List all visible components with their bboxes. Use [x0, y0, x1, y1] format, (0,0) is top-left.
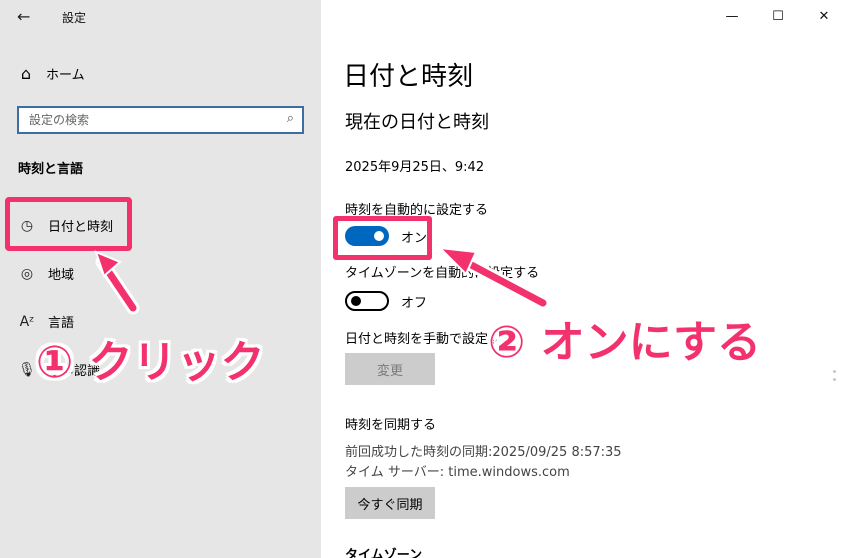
close-icon[interactable]: ✕: [801, 0, 847, 32]
main-content: — ☐ ✕ 日付と時刻 現在の日付と時刻 2025年9月25日、9:42 時刻を…: [321, 0, 847, 558]
back-arrow-icon[interactable]: ←: [17, 7, 30, 26]
sync-now-button[interactable]: 今すぐ同期: [345, 487, 435, 519]
auto-timezone-toggle[interactable]: オフ: [345, 291, 427, 311]
language-icon: Aᶻ: [19, 313, 35, 330]
search-box[interactable]: ⌕: [17, 106, 304, 134]
microphone-icon: 🎙: [18, 361, 36, 378]
auto-timezone-switch[interactable]: [345, 291, 389, 311]
section-heading-current: 現在の日付と時刻: [345, 112, 489, 133]
section-label: 時刻と言語: [18, 162, 84, 177]
window-title: 設定: [62, 11, 87, 25]
home-label: ホーム: [46, 68, 85, 83]
sync-heading: 時刻を同期する: [345, 418, 437, 433]
page-title: 日付と時刻: [343, 62, 474, 92]
auto-timezone-state: オフ: [401, 295, 428, 311]
current-datetime: 2025年9月25日、9:42: [345, 160, 485, 175]
maximize-icon[interactable]: ☐: [755, 0, 801, 32]
last-sync-text: 前回成功した時刻の同期:2025/09/25 8:57:35: [345, 445, 622, 460]
window-controls: — ☐ ✕: [709, 0, 847, 32]
home-link[interactable]: ⌂ ホーム: [18, 64, 85, 83]
scrollbar-indicator[interactable]: [833, 370, 836, 373]
sidebar-item-label: 地域: [48, 268, 75, 283]
annotation-step1: ① クリック: [36, 337, 265, 388]
switch-knob: [351, 296, 361, 306]
time-server-text: タイム サーバー: time.windows.com: [345, 465, 570, 480]
minimize-icon[interactable]: —: [709, 0, 755, 32]
home-icon: ⌂: [20, 64, 32, 83]
search-icon[interactable]: ⌕: [287, 111, 294, 126]
highlight-box-toggle: [333, 216, 432, 260]
scrollbar-indicator[interactable]: [833, 378, 836, 381]
sidebar-item-region[interactable]: ◎ 地域: [18, 264, 75, 284]
search-input[interactable]: [19, 108, 269, 132]
change-button[interactable]: 変更: [345, 353, 435, 385]
sidebar: ← 設定 ⌂ ホーム ⌕ 時刻と言語 ◷ 日付と時刻 ◎ 地域 Aᶻ 言語 🎙 …: [0, 0, 321, 558]
auto-timezone-label: タイムゾーンを自動的に設定する: [345, 266, 540, 281]
timezone-heading: タイムゾーン: [345, 548, 423, 558]
annotation-step2: ② オンにする: [488, 317, 762, 368]
highlight-box-date-time: [5, 197, 132, 251]
region-icon: ◎: [20, 265, 34, 282]
